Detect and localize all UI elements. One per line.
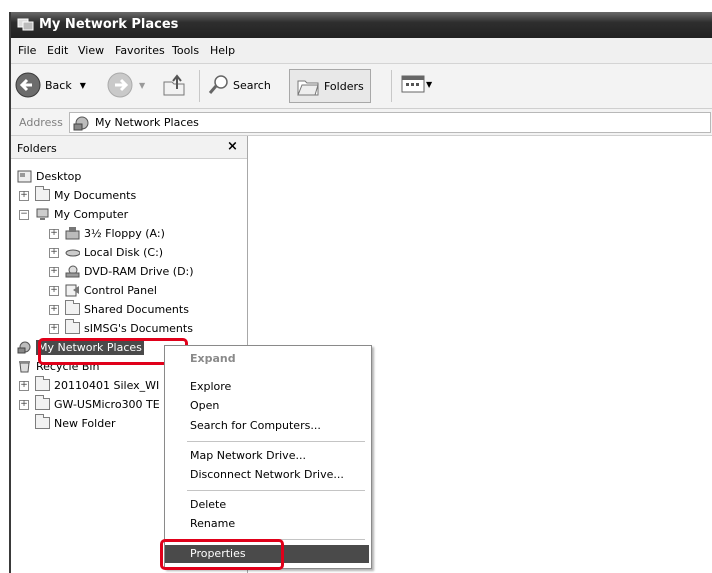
hard-disk-icon (65, 249, 80, 256)
tree-label: Shared Documents (84, 302, 189, 316)
tree-label: Desktop (36, 169, 82, 183)
menu-file[interactable]: File (18, 44, 36, 57)
forward-arrow-icon (107, 72, 133, 98)
expand-icon[interactable]: + (49, 229, 59, 239)
menu-favorites[interactable]: Favorites (115, 44, 165, 57)
menu-separator (187, 490, 365, 491)
folder-icon (65, 300, 80, 315)
menu-tools[interactable]: Tools (172, 44, 199, 57)
desktop-icon (17, 170, 32, 182)
tree-label: Control Panel (84, 283, 157, 297)
context-menu: Expand Explore Open Search for Computers… (164, 345, 372, 569)
toolbar: Back ▼ ▼ Search Folders ▼ (11, 64, 712, 109)
menu-item-explore[interactable]: Explore (165, 378, 369, 396)
highlight-box-properties (160, 539, 284, 570)
menu-item-open[interactable]: Open (165, 397, 369, 415)
search-button[interactable]: Search (208, 74, 271, 96)
menu-view[interactable]: View (78, 44, 104, 57)
folders-label: Folders (324, 79, 364, 93)
tree-item-dvd-drive[interactable]: DVD-RAM Drive (D:) (65, 262, 194, 280)
up-folder-button[interactable] (161, 72, 189, 98)
expand-icon[interactable]: + (19, 381, 29, 391)
views-icon (401, 75, 425, 93)
network-places-icon (73, 116, 89, 130)
toolbar-separator (391, 70, 392, 102)
toolbar-separator (199, 70, 200, 102)
expand-icon[interactable]: + (19, 400, 29, 410)
views-button[interactable]: ▼ (401, 74, 432, 94)
tree-item-user-documents[interactable]: sIMSG's Documents (65, 319, 193, 337)
tree-item-silex-folder[interactable]: 20110401 Silex_WI (35, 376, 159, 394)
folders-pane-title: Folders (17, 142, 57, 155)
menu-help[interactable]: Help (210, 44, 235, 57)
menu-item-rename[interactable]: Rename (165, 515, 369, 533)
tree-item-shared-documents[interactable]: Shared Documents (65, 300, 189, 318)
tree-item-local-disk[interactable]: Local Disk (C:) (65, 243, 163, 261)
tree-label: My Computer (54, 207, 129, 221)
forward-button[interactable]: ▼ (107, 72, 145, 98)
views-dropdown-icon[interactable]: ▼ (426, 80, 432, 89)
back-button[interactable]: Back ▼ (15, 72, 86, 98)
folder-icon (35, 376, 50, 391)
search-label: Search (233, 78, 271, 92)
tree-item-my-computer[interactable]: My Computer (35, 205, 128, 223)
expand-icon[interactable]: + (49, 305, 59, 315)
forward-dropdown-icon[interactable]: ▼ (139, 81, 145, 90)
network-places-icon (17, 17, 35, 35)
title-bar[interactable]: My Network Places (11, 12, 712, 38)
back-arrow-icon (15, 72, 41, 98)
menu-bar: File Edit View Favorites Tools Help (11, 38, 712, 64)
tree-item-my-documents[interactable]: My Documents (35, 186, 136, 204)
tree-label: Local Disk (C:) (84, 245, 164, 259)
tree-label: 20110401 Silex_WI (54, 378, 160, 392)
tree-item-floppy[interactable]: 3½ Floppy (A:) (65, 224, 165, 242)
tree-label: DVD-RAM Drive (D:) (84, 264, 194, 278)
expand-icon[interactable]: + (49, 267, 59, 277)
tree-label: 3½ Floppy (A:) (84, 226, 165, 240)
menu-item-delete[interactable]: Delete (165, 496, 369, 514)
back-label: Back (45, 78, 72, 92)
floppy-drive-icon (65, 226, 80, 239)
dvd-drive-icon (65, 265, 80, 277)
recycle-bin-icon (19, 360, 30, 372)
documents-folder-icon (35, 186, 50, 201)
address-label: Address (19, 116, 63, 129)
menu-item-disconnect-network-drive[interactable]: Disconnect Network Drive... (165, 466, 369, 484)
address-field[interactable]: My Network Places (69, 112, 711, 133)
expand-icon[interactable]: + (49, 324, 59, 334)
close-icon[interactable]: × (227, 139, 238, 154)
window-title: My Network Places (39, 17, 179, 32)
folder-icon (35, 395, 50, 410)
expand-icon[interactable]: + (19, 191, 29, 201)
network-places-icon (17, 341, 31, 353)
menu-item-map-network-drive[interactable]: Map Network Drive... (165, 447, 369, 465)
collapse-icon[interactable]: − (19, 210, 29, 220)
tree-item-control-panel[interactable]: Control Panel (65, 281, 157, 299)
tree-item-gw-usmicro-folder[interactable]: GW-USMicro300 TE (35, 395, 160, 413)
menu-item-expand[interactable]: Expand (165, 350, 369, 368)
tree-label: sIMSG's Documents (84, 321, 193, 335)
menu-edit[interactable]: Edit (47, 44, 68, 57)
folders-icon (297, 80, 319, 96)
folders-pane-header: Folders × (11, 136, 247, 159)
menu-separator (187, 441, 365, 442)
control-panel-icon (65, 284, 79, 296)
back-dropdown-icon[interactable]: ▼ (80, 81, 86, 90)
tree-item-new-folder[interactable]: New Folder (35, 414, 115, 432)
tree-label: My Documents (54, 188, 137, 202)
address-bar: Address My Network Places (11, 109, 712, 136)
tree-item-desktop[interactable]: Desktop (17, 167, 81, 185)
computer-icon (36, 208, 49, 220)
folders-button[interactable]: Folders (289, 69, 371, 103)
tree-label: GW-USMicro300 TE (54, 397, 160, 411)
menu-item-search-for-computers[interactable]: Search for Computers... (165, 417, 369, 435)
address-value: My Network Places (95, 116, 199, 129)
expand-icon[interactable]: + (49, 248, 59, 258)
folder-icon (65, 319, 80, 334)
tree-label: New Folder (54, 416, 116, 430)
search-icon (208, 75, 228, 94)
up-folder-icon (163, 74, 185, 96)
folder-icon (35, 414, 50, 429)
expand-icon[interactable]: + (49, 286, 59, 296)
